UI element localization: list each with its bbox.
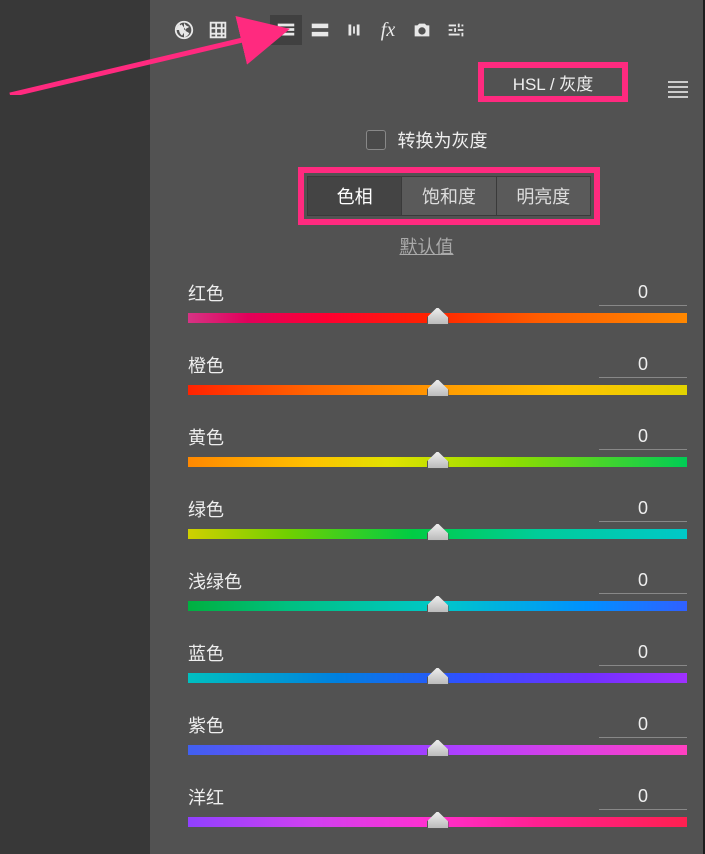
slider-thumb[interactable]: [427, 307, 449, 325]
slider-track[interactable]: [188, 673, 687, 683]
slider-thumb[interactable]: [427, 667, 449, 685]
slider-value[interactable]: 0: [599, 426, 687, 450]
slider-track[interactable]: [188, 529, 687, 539]
grid-icon[interactable]: [202, 15, 234, 45]
slider-value[interactable]: 0: [599, 498, 687, 522]
convert-grayscale-row: 转换为灰度: [150, 127, 703, 153]
defaults-link[interactable]: 默认值: [150, 233, 703, 259]
slider-row-4: 浅绿色 0: [188, 568, 687, 611]
adjustments-icon[interactable]: [440, 15, 472, 45]
slider-value[interactable]: 0: [599, 570, 687, 594]
tab-0[interactable]: 色相: [308, 177, 402, 215]
split-tone-icon[interactable]: [304, 15, 336, 45]
slider-label: 紫色: [188, 712, 224, 738]
hsl-icon[interactable]: [270, 15, 302, 45]
slider-label: 蓝色: [188, 640, 224, 666]
slider-thumb[interactable]: [427, 739, 449, 757]
hsl-tabs: 色相饱和度明亮度: [307, 176, 591, 216]
panel-menu-icon[interactable]: [668, 78, 688, 101]
tab-2[interactable]: 明亮度: [497, 177, 590, 215]
slider-label: 绿色: [188, 496, 224, 522]
hsl-panel: fx HSL / 灰度 转换为灰度 色相饱和度明亮度 默认值 红色 0 橙色 0 黄色 0…: [150, 0, 703, 854]
slider-value[interactable]: 0: [599, 714, 687, 738]
slider-value[interactable]: 0: [599, 282, 687, 306]
panel-toolbar: fx: [150, 0, 703, 60]
slider-value[interactable]: 0: [599, 354, 687, 378]
slider-thumb[interactable]: [427, 595, 449, 613]
slider-track[interactable]: [188, 601, 687, 611]
hue-sliders: 红色 0 橙色 0 黄色 0 绿色 0 浅绿色 0 蓝色 0 紫色 0 洋红 0: [188, 280, 687, 827]
slider-label: 洋红: [188, 784, 224, 810]
slider-value[interactable]: 0: [599, 642, 687, 666]
left-gutter: [0, 0, 150, 854]
panel-title: HSL / 灰度: [513, 70, 594, 95]
slider-label: 橙色: [188, 352, 224, 378]
slider-row-3: 绿色 0: [188, 496, 687, 539]
slider-label: 浅绿色: [188, 568, 242, 594]
slider-value[interactable]: 0: [599, 786, 687, 810]
slider-thumb[interactable]: [427, 811, 449, 829]
lens-icon[interactable]: [338, 15, 370, 45]
slider-track[interactable]: [188, 457, 687, 467]
slider-track[interactable]: [188, 745, 687, 755]
slider-row-7: 洋红 0: [188, 784, 687, 827]
slider-row-0: 红色 0: [188, 280, 687, 323]
tab-1[interactable]: 饱和度: [402, 177, 496, 215]
fx-icon[interactable]: fx: [372, 15, 404, 45]
aperture-icon[interactable]: [168, 15, 200, 45]
convert-grayscale-checkbox[interactable]: [366, 130, 386, 150]
mountains-icon[interactable]: [236, 15, 268, 45]
slider-track[interactable]: [188, 817, 687, 827]
slider-thumb[interactable]: [427, 451, 449, 469]
convert-grayscale-label: 转换为灰度: [398, 127, 488, 153]
slider-row-2: 黄色 0: [188, 424, 687, 467]
slider-track[interactable]: [188, 313, 687, 323]
slider-thumb[interactable]: [427, 523, 449, 541]
slider-row-5: 蓝色 0: [188, 640, 687, 683]
slider-track[interactable]: [188, 385, 687, 395]
slider-row-6: 紫色 0: [188, 712, 687, 755]
tabs-highlight: 色相饱和度明亮度: [298, 167, 600, 225]
slider-thumb[interactable]: [427, 379, 449, 397]
slider-label: 红色: [188, 280, 224, 306]
camera-icon[interactable]: [406, 15, 438, 45]
panel-title-highlight: HSL / 灰度: [478, 62, 628, 102]
slider-label: 黄色: [188, 424, 224, 450]
slider-row-1: 橙色 0: [188, 352, 687, 395]
